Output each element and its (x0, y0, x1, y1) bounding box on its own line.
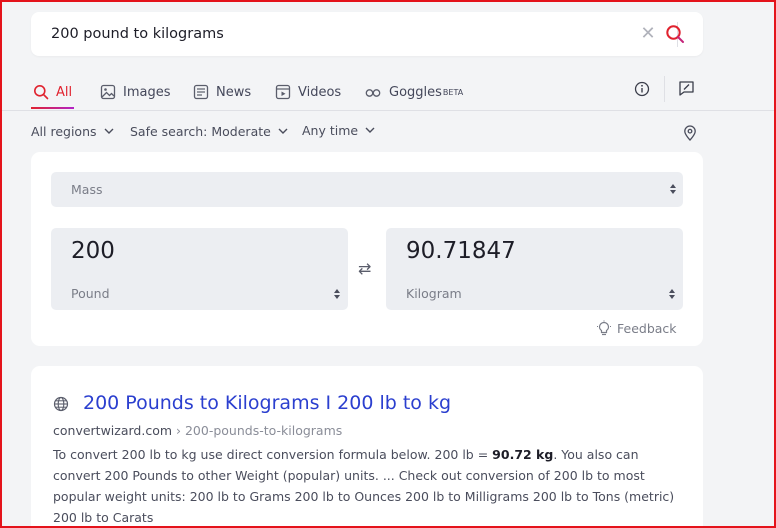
goggles-icon (365, 89, 381, 97)
result-domain: convertwizard.com (53, 423, 173, 438)
from-unit-select[interactable]: Pound (71, 286, 110, 301)
sort-arrows-icon (670, 184, 676, 194)
time-filter[interactable]: Any time (302, 122, 375, 138)
snippet-highlight: 90.72 kg (492, 447, 554, 462)
search-icon (34, 85, 49, 100)
location-icon[interactable] (683, 125, 697, 141)
result-title-link[interactable]: 200 Pounds to Kilograms I 200 lb to kg (83, 392, 451, 414)
chevron-down-icon (365, 127, 375, 133)
to-unit-select[interactable]: Kilogram (406, 286, 462, 301)
info-icon[interactable] (634, 81, 650, 97)
to-value-input[interactable] (406, 238, 656, 264)
globe-icon (53, 396, 69, 412)
safe-search-filter[interactable]: Safe search: Moderate (130, 123, 288, 139)
from-value-input[interactable] (71, 238, 321, 264)
snippet-text: To convert 200 lb to kg use direct conve… (53, 447, 493, 462)
tab-news[interactable]: News (193, 78, 251, 106)
chevron-down-icon (278, 128, 288, 134)
tab-videos[interactable]: Videos (275, 78, 341, 106)
tab-label: News (216, 84, 252, 100)
tabs-divider (0, 110, 776, 111)
tab-label: Goggles (389, 84, 442, 100)
image-icon (100, 84, 116, 100)
tab-images[interactable]: Images (100, 78, 171, 106)
feedback-label: Feedback (617, 320, 677, 336)
feedback-link[interactable]: Feedback (596, 320, 677, 336)
news-icon (193, 84, 209, 100)
unit-category-value: Mass (71, 182, 103, 197)
unit-category-select[interactable]: Mass (51, 172, 683, 207)
clear-search-button[interactable]: ✕ (638, 25, 658, 43)
tab-label: Images (123, 84, 171, 100)
toolbar-divider (664, 76, 665, 102)
search-icon[interactable] (665, 24, 685, 44)
video-icon (275, 84, 291, 100)
search-bar: ✕ (31, 12, 703, 56)
time-filter-label: Any time (302, 122, 359, 138)
result-url[interactable]: convertwizard.com › 200-pounds-to-kilogr… (53, 423, 342, 438)
result-snippet: To convert 200 lb to kg use direct conve… (53, 444, 683, 528)
sort-arrows-icon (669, 289, 675, 299)
region-filter-label: All regions (31, 123, 97, 139)
search-input[interactable] (51, 24, 591, 44)
chevron-down-icon (104, 128, 114, 134)
sort-arrows-icon (334, 289, 340, 299)
tab-label: All (56, 84, 73, 100)
from-converter-box: Pound (51, 228, 348, 310)
to-converter-box: Kilogram (386, 228, 683, 310)
region-filter[interactable]: All regions (31, 123, 114, 139)
lightbulb-icon (597, 320, 611, 336)
result-path: › 200-pounds-to-kilograms (172, 423, 343, 438)
feedback-icon[interactable] (678, 80, 695, 97)
active-tab-indicator (31, 107, 74, 109)
safe-search-label: Safe search: Moderate (130, 123, 271, 139)
beta-badge: BETA (442, 87, 464, 97)
swap-units-button[interactable]: ⇄ (358, 261, 376, 277)
tab-all[interactable]: All (33, 78, 72, 106)
tab-goggles[interactable]: Goggles BETA (364, 78, 463, 106)
tab-label: Videos (298, 84, 342, 100)
